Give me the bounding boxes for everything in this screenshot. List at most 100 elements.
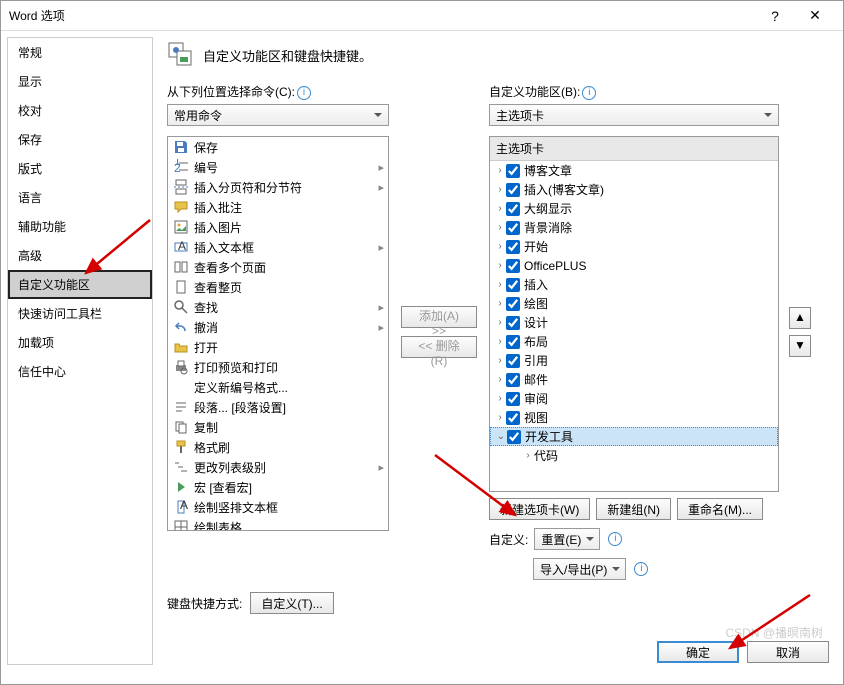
command-item[interactable]: A插入文本框▸ [168, 237, 388, 257]
tab-checkbox[interactable] [506, 183, 520, 197]
command-item[interactable]: 打印预览和打印 [168, 357, 388, 377]
command-item[interactable]: 段落... [段落设置] [168, 397, 388, 417]
command-item[interactable]: 复制 [168, 417, 388, 437]
tab-checkbox[interactable] [506, 373, 520, 387]
expand-arrow-icon[interactable]: › [494, 412, 506, 423]
sidebar-item-9[interactable]: 快速访问工具栏 [8, 299, 152, 328]
ribbon-tree[interactable]: 主选项卡 ›博客文章›插入(博客文章)›大纲显示›背景消除›开始›OfficeP… [489, 136, 779, 492]
command-item[interactable]: 查看多个页面 [168, 257, 388, 277]
info-icon[interactable]: i [608, 532, 622, 546]
tab-checkbox[interactable] [506, 411, 520, 425]
tree-item[interactable]: ›大纲显示 [490, 199, 778, 218]
tree-item[interactable]: ›邮件 [490, 370, 778, 389]
import-export-combo[interactable]: 导入/导出(P) [533, 558, 626, 580]
sidebar-item-10[interactable]: 加载项 [8, 328, 152, 357]
tree-item[interactable]: ›博客文章 [490, 161, 778, 180]
info-icon[interactable]: i [582, 86, 596, 100]
expand-arrow-icon[interactable]: › [494, 374, 506, 385]
tab-checkbox[interactable] [507, 430, 521, 444]
commands-list[interactable]: 保存12编号▸插入分页符和分节符▸插入批注插入图片A插入文本框▸查看多个页面查看… [167, 136, 389, 531]
sidebar-item-5[interactable]: 语言 [8, 183, 152, 212]
keyboard-customize-button[interactable]: 自定义(T)... [250, 592, 333, 614]
tab-checkbox[interactable] [506, 259, 520, 273]
sidebar-item-1[interactable]: 显示 [8, 67, 152, 96]
command-item[interactable]: 打开 [168, 337, 388, 357]
ribbon-scope-combo[interactable]: 主选项卡 [489, 104, 779, 126]
tree-item[interactable]: ⌄开发工具 [490, 427, 778, 446]
ok-button[interactable]: 确定 [657, 641, 739, 663]
rename-button[interactable]: 重命名(M)... [677, 498, 763, 520]
tree-item[interactable]: ›OfficePLUS [490, 256, 778, 275]
new-tab-button[interactable]: 新建选项卡(W) [489, 498, 590, 520]
tab-checkbox[interactable] [506, 164, 520, 178]
commands-source-combo[interactable]: 常用命令 [167, 104, 389, 126]
expand-arrow-icon[interactable]: › [494, 355, 506, 366]
expand-arrow-icon[interactable]: › [494, 184, 506, 195]
command-item[interactable]: 查看整页 [168, 277, 388, 297]
tab-checkbox[interactable] [506, 240, 520, 254]
sidebar-item-11[interactable]: 信任中心 [8, 357, 152, 386]
move-up-button[interactable]: ▲ [789, 307, 811, 329]
info-icon[interactable]: i [297, 86, 311, 100]
sidebar-item-8[interactable]: 自定义功能区 [8, 270, 152, 299]
tree-item[interactable]: ›引用 [490, 351, 778, 370]
command-item[interactable]: 保存 [168, 137, 388, 157]
sidebar-item-3[interactable]: 保存 [8, 125, 152, 154]
tree-item[interactable]: ›布局 [490, 332, 778, 351]
expand-arrow-icon[interactable]: › [494, 222, 506, 233]
tree-item[interactable]: ›审阅 [490, 389, 778, 408]
tab-checkbox[interactable] [506, 316, 520, 330]
expand-arrow-icon[interactable]: › [494, 260, 506, 271]
command-item[interactable]: A绘制竖排文本框 [168, 497, 388, 517]
tree-item[interactable]: ›插入(博客文章) [490, 180, 778, 199]
expand-arrow-icon[interactable]: › [494, 298, 506, 309]
tab-checkbox[interactable] [506, 297, 520, 311]
command-item[interactable]: 12编号▸ [168, 157, 388, 177]
move-down-button[interactable]: ▼ [789, 335, 811, 357]
tab-checkbox[interactable] [506, 392, 520, 406]
command-item[interactable]: 更改列表级别▸ [168, 457, 388, 477]
command-item[interactable]: 定义新编号格式... [168, 377, 388, 397]
tab-checkbox[interactable] [506, 202, 520, 216]
sidebar-item-2[interactable]: 校对 [8, 96, 152, 125]
tree-item[interactable]: ›绘图 [490, 294, 778, 313]
close-button[interactable]: ✕ [795, 7, 835, 24]
sidebar-item-6[interactable]: 辅助功能 [8, 212, 152, 241]
expand-arrow-icon[interactable]: › [522, 450, 534, 461]
tab-checkbox[interactable] [506, 354, 520, 368]
tab-checkbox[interactable] [506, 335, 520, 349]
tab-checkbox[interactable] [506, 278, 520, 292]
command-item[interactable]: 宏 [查看宏] [168, 477, 388, 497]
tab-checkbox[interactable] [506, 221, 520, 235]
add-button[interactable]: 添加(A) >> [401, 306, 477, 328]
tree-item[interactable]: ›插入 [490, 275, 778, 294]
command-item[interactable]: 绘制表格 [168, 517, 388, 531]
expand-arrow-icon[interactable]: › [494, 165, 506, 176]
tree-item[interactable]: ›代码 [490, 446, 778, 465]
help-button[interactable]: ? [755, 8, 795, 24]
command-item[interactable]: 插入批注 [168, 197, 388, 217]
expand-arrow-icon[interactable]: › [494, 317, 506, 328]
cancel-button[interactable]: 取消 [747, 641, 829, 663]
tree-item[interactable]: ›开始 [490, 237, 778, 256]
expand-arrow-icon[interactable]: ⌄ [495, 431, 507, 442]
tree-item[interactable]: ›视图 [490, 408, 778, 427]
expand-arrow-icon[interactable]: › [494, 203, 506, 214]
command-item[interactable]: 插入分页符和分节符▸ [168, 177, 388, 197]
command-item[interactable]: 撤消▸ [168, 317, 388, 337]
remove-button[interactable]: << 删除(R) [401, 336, 477, 358]
reset-combo[interactable]: 重置(E) [534, 528, 600, 550]
expand-arrow-icon[interactable]: › [494, 279, 506, 290]
expand-arrow-icon[interactable]: › [494, 241, 506, 252]
command-item[interactable]: 插入图片 [168, 217, 388, 237]
sidebar-item-4[interactable]: 版式 [8, 154, 152, 183]
sidebar-item-7[interactable]: 高级 [8, 241, 152, 270]
tree-item[interactable]: ›设计 [490, 313, 778, 332]
sidebar-item-0[interactable]: 常规 [8, 38, 152, 67]
tree-item[interactable]: ›背景消除 [490, 218, 778, 237]
info-icon[interactable]: i [634, 562, 648, 576]
expand-arrow-icon[interactable]: › [494, 393, 506, 404]
new-group-button[interactable]: 新建组(N) [596, 498, 671, 520]
command-item[interactable]: 查找▸ [168, 297, 388, 317]
expand-arrow-icon[interactable]: › [494, 336, 506, 347]
